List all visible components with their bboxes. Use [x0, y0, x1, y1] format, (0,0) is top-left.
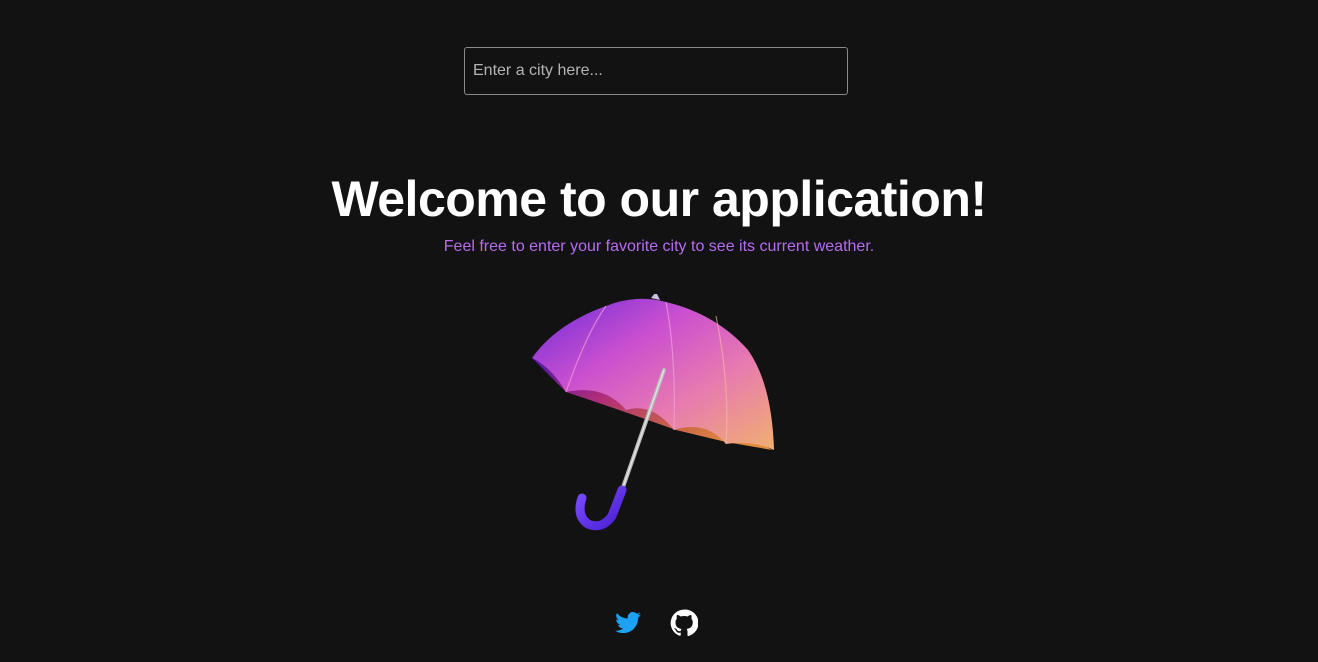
- umbrella-icon: [532, 294, 774, 531]
- social-links: [614, 609, 704, 637]
- github-icon: [670, 609, 699, 636]
- twitter-icon: [615, 612, 641, 634]
- page-title: Welcome to our application!: [331, 171, 987, 227]
- city-search-input[interactable]: [464, 47, 848, 95]
- page-subtitle: Feel free to enter your favorite city to…: [443, 238, 875, 255]
- search-container: [464, 47, 848, 95]
- page: Welcome to our application! Feel free to…: [0, 0, 1318, 662]
- github-link[interactable]: [670, 609, 699, 637]
- twitter-link[interactable]: [614, 609, 642, 637]
